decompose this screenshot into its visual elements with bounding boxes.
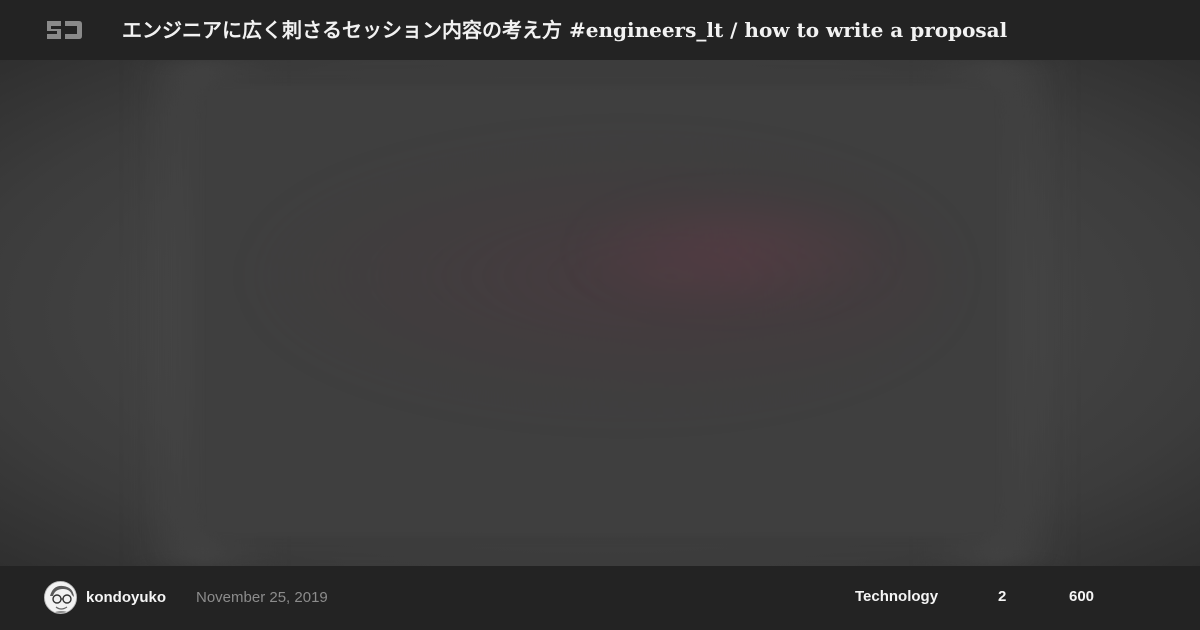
user-avatar-icon[interactable]	[44, 581, 77, 614]
stat-count-a: 2	[998, 588, 1007, 605]
speakerdeck-logo-icon[interactable]	[44, 18, 84, 42]
slide-blur-shape-accent	[583, 196, 883, 306]
top-bar: エンジニアに広く刺さるセッション内容の考え方 #engineers_lt / h…	[0, 0, 1200, 60]
author-name[interactable]: kondoyuko	[86, 589, 166, 607]
bottom-bar: kondoyuko November 25, 2019 Technology 2…	[0, 566, 1200, 630]
category-link[interactable]: Technology	[855, 588, 938, 606]
deck-title[interactable]: エンジニアに広く刺さるセッション内容の考え方 #engineers_lt / h…	[122, 0, 1072, 60]
avatar-illustration	[45, 582, 76, 613]
slide-stage	[0, 60, 1200, 566]
stat-count-b: 600	[1069, 588, 1095, 605]
publish-date: November 25, 2019	[196, 589, 328, 606]
slide-preview[interactable]	[203, 86, 998, 536]
